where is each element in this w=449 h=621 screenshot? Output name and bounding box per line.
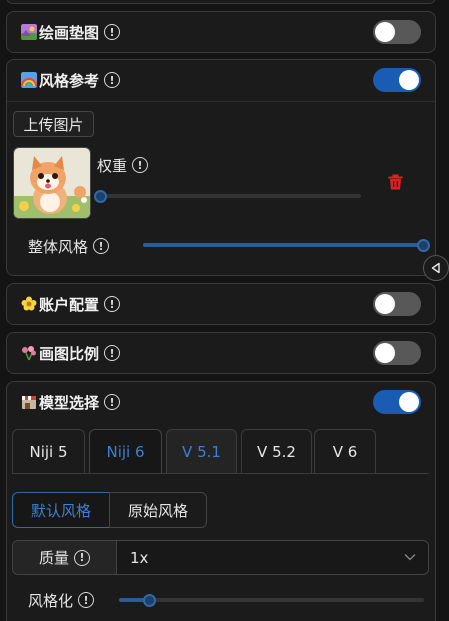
previous-card bbox=[6, 0, 436, 4]
default-style-label: 默认风格 bbox=[30, 501, 91, 520]
section-title: 模型选择 bbox=[39, 393, 100, 412]
stylize-slider-thumb[interactable] bbox=[143, 593, 156, 607]
aspect-ratio-card: 画图比例 ! bbox=[6, 332, 436, 374]
shiba-image bbox=[14, 148, 90, 218]
info-circle-icon[interactable]: ! bbox=[104, 394, 121, 410]
tab-label: V 6 bbox=[332, 442, 358, 461]
info-circle-icon[interactable]: ! bbox=[104, 296, 121, 312]
quality-label: 质量 bbox=[38, 549, 69, 567]
weight-label-text: 权重 bbox=[97, 156, 128, 175]
store-emoji-icon bbox=[22, 396, 36, 409]
stylize-label-text: 风格化 bbox=[28, 591, 74, 610]
tab-v-6[interactable]: V 6 bbox=[314, 429, 376, 473]
raw-style-label: 原始风格 bbox=[127, 501, 188, 520]
info-circle-icon[interactable]: ! bbox=[104, 72, 121, 88]
toggle-knob bbox=[375, 343, 395, 363]
collapse-arrow-icon bbox=[431, 262, 440, 274]
toggle-knob bbox=[399, 70, 419, 90]
toggle-knob bbox=[375, 22, 395, 42]
overall-style-slider-thumb[interactable] bbox=[416, 238, 430, 252]
aspect-ratio-toggle[interactable] bbox=[373, 341, 421, 365]
rainbow-emoji-icon bbox=[21, 72, 37, 88]
overall-style-label-text: 整体风格 bbox=[28, 237, 89, 256]
section-title: 账户配置 bbox=[39, 295, 100, 314]
picture-emoji-icon bbox=[21, 24, 37, 40]
drawing-pad-toggle[interactable] bbox=[373, 20, 421, 44]
tab-niji-6[interactable]: Niji 6 bbox=[89, 429, 162, 473]
info-circle-icon[interactable]: ! bbox=[104, 345, 121, 361]
quality-label-box: 质量 ! bbox=[13, 541, 117, 574]
tab-label: Niji 6 bbox=[106, 442, 145, 461]
overall-style-label: 整体风格 ! bbox=[28, 236, 110, 256]
version-tabs: Niji 5 Niji 6 V 5.1 V 5.2 V 6 bbox=[12, 429, 429, 474]
section-title: 绘画垫图 bbox=[39, 23, 100, 42]
tab-label: Niji 5 bbox=[29, 442, 68, 461]
section-title: 画图比例 bbox=[39, 344, 100, 363]
quality-value: 1x bbox=[130, 549, 149, 567]
tab-niji-5[interactable]: Niji 5 bbox=[12, 429, 85, 473]
info-circle-icon[interactable]: ! bbox=[78, 592, 95, 608]
trash-icon[interactable] bbox=[388, 174, 403, 190]
model-select-toggle[interactable] bbox=[373, 390, 421, 414]
tab-v-5-2[interactable]: V 5.2 bbox=[241, 429, 312, 473]
style-reference-card: 风格参考 ! 上传图片 权重 ! 整体风格 ! bbox=[6, 59, 436, 276]
stylize-label: 风格化 ! bbox=[28, 590, 95, 610]
info-circle-icon[interactable]: ! bbox=[104, 24, 121, 40]
style-reference-toggle[interactable] bbox=[373, 68, 421, 92]
model-select-card: 模型选择 ! Niji 5 Niji 6 V 5.1 V 5.2 V 6 默认风… bbox=[6, 381, 436, 621]
reference-image-thumbnail[interactable] bbox=[13, 147, 91, 219]
section-divider bbox=[7, 101, 435, 102]
upload-image-button[interactable]: 上传图片 bbox=[13, 111, 94, 137]
weight-slider[interactable] bbox=[93, 189, 361, 203]
account-config-toggle[interactable] bbox=[373, 292, 421, 316]
bouquet-emoji-icon bbox=[22, 346, 36, 361]
tab-v-5-1[interactable]: V 5.1 bbox=[166, 429, 237, 473]
overall-style-slider-fill bbox=[143, 243, 423, 247]
default-style-button[interactable]: 默认风格 bbox=[12, 492, 110, 528]
flower-emoji-icon bbox=[21, 296, 37, 311]
info-circle-icon[interactable]: ! bbox=[132, 157, 149, 173]
info-circle-icon[interactable]: ! bbox=[74, 549, 90, 566]
tab-label: V 5.2 bbox=[257, 442, 296, 461]
chevron-down-icon bbox=[404, 554, 416, 561]
toggle-knob bbox=[399, 392, 419, 412]
drawing-pad-card: 绘画垫图 ! bbox=[6, 11, 436, 53]
info-circle-icon[interactable]: ! bbox=[93, 238, 110, 254]
tabs-baseline bbox=[12, 473, 429, 474]
toggle-knob bbox=[375, 294, 395, 314]
overall-style-slider[interactable] bbox=[143, 238, 430, 252]
weight-label: 权重 ! bbox=[97, 155, 149, 175]
raw-style-button[interactable]: 原始风格 bbox=[109, 492, 207, 528]
quality-select[interactable]: 质量 ! 1x bbox=[12, 540, 429, 575]
upload-image-label: 上传图片 bbox=[23, 115, 84, 134]
weight-slider-thumb[interactable] bbox=[93, 189, 107, 203]
tab-label: V 5.1 bbox=[182, 442, 221, 461]
section-title: 风格参考 bbox=[39, 71, 100, 90]
collapse-panel-button[interactable] bbox=[423, 255, 449, 281]
account-config-card: 账户配置 ! bbox=[6, 283, 436, 325]
stylize-slider[interactable] bbox=[119, 593, 424, 607]
